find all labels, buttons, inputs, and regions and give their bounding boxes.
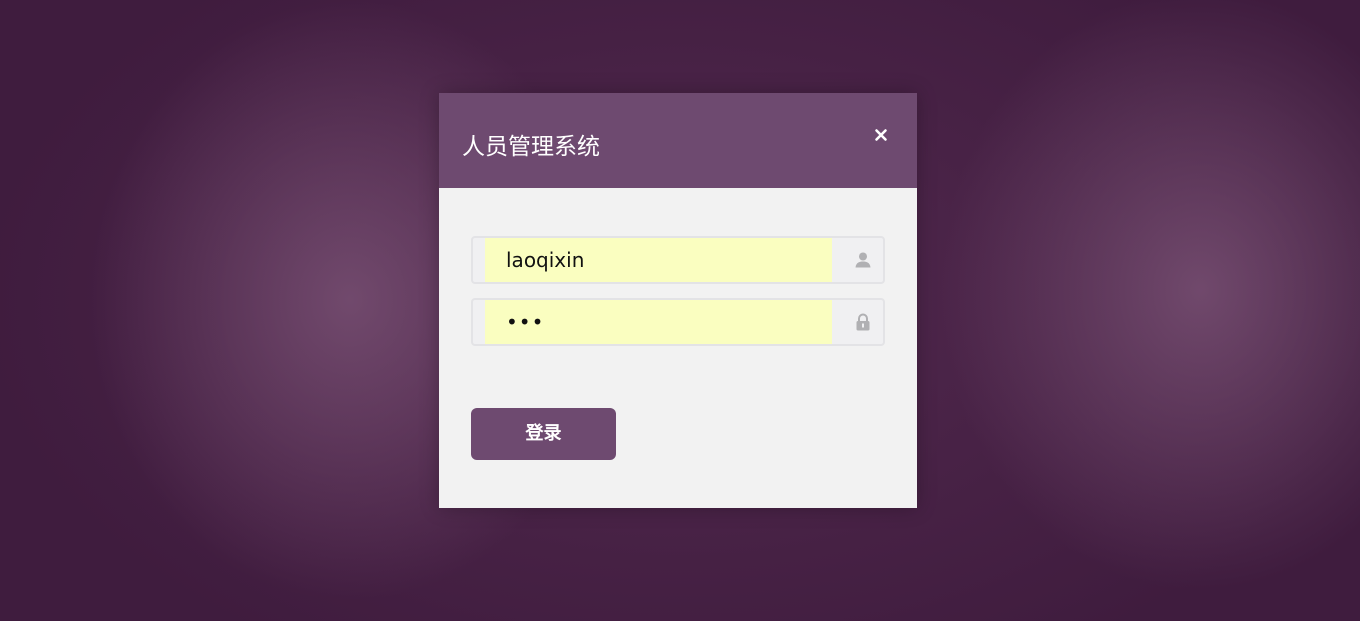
password-input[interactable] xyxy=(485,300,832,344)
lock-icon xyxy=(853,312,873,332)
login-button[interactable]: 登录 xyxy=(471,408,616,460)
login-dialog: 人员管理系统 登录 xyxy=(439,93,917,508)
user-icon xyxy=(853,250,873,270)
username-input[interactable] xyxy=(485,238,832,282)
dialog-title: 人员管理系统 xyxy=(462,134,600,160)
dialog-header: 人员管理系统 xyxy=(439,93,917,188)
username-field xyxy=(471,236,885,284)
close-icon[interactable] xyxy=(873,127,889,143)
password-field xyxy=(471,298,885,346)
